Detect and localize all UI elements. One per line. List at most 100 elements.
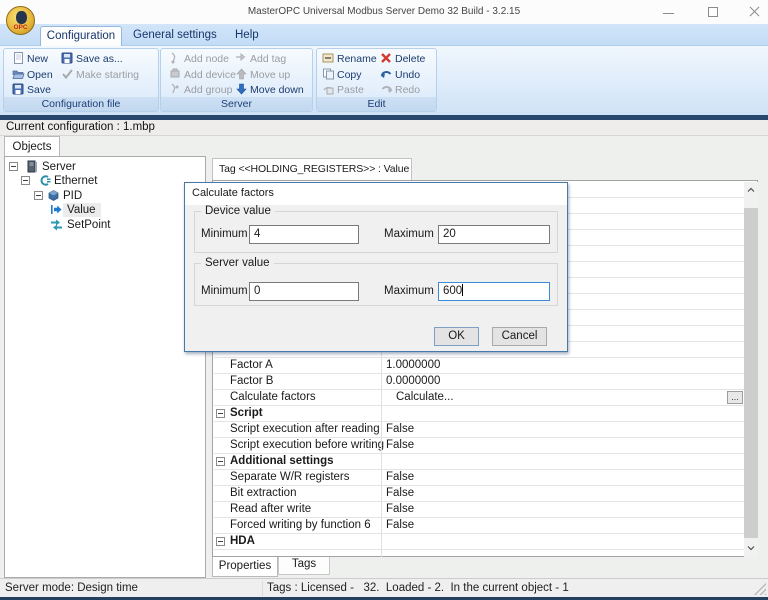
ethernet-icon bbox=[38, 174, 51, 187]
make-starting-button[interactable]: Make starting bbox=[61, 68, 139, 83]
dialog-title: Calculate factors bbox=[185, 183, 567, 205]
paste-icon bbox=[322, 83, 335, 95]
objects-tree-panel: Server Ethernet PID Value SetPoint bbox=[4, 156, 206, 578]
status-bar: Server mode: Design time Tags : Licensed… bbox=[0, 578, 768, 597]
undo-button[interactable]: Undo bbox=[380, 68, 420, 83]
server-mode-status: Server mode: Design time bbox=[5, 582, 138, 594]
grid-row[interactable]: Script execution before writing False bbox=[214, 438, 744, 454]
add-group-button[interactable]: Add group bbox=[169, 83, 232, 98]
grid-row[interactable]: Separate W/R registers False bbox=[214, 470, 744, 486]
calculate-factors-ellipsis-button[interactable]: ... bbox=[727, 391, 743, 404]
minimum-label: Minimum bbox=[201, 228, 248, 240]
status-divider bbox=[262, 581, 263, 596]
calculate-factors-dialog: Calculate factors Device value Minimum 4… bbox=[184, 182, 568, 352]
collapse-expander-icon[interactable] bbox=[21, 176, 30, 185]
grid-row[interactable]: Factor B 0.0000000 bbox=[214, 374, 744, 390]
collapse-expander-icon[interactable] bbox=[216, 457, 225, 466]
save-as-button[interactable]: Save as... bbox=[61, 52, 123, 67]
collapse-expander-icon[interactable] bbox=[9, 162, 18, 171]
tab-objects[interactable]: Objects bbox=[4, 136, 60, 156]
make-starting-icon bbox=[61, 68, 74, 80]
ribbon-group-label: Edit bbox=[317, 97, 436, 111]
maximize-button[interactable] bbox=[707, 6, 721, 18]
close-button[interactable] bbox=[748, 6, 762, 18]
grid-row[interactable]: Factor A 1.0000000 bbox=[214, 358, 744, 374]
save-button[interactable]: Save bbox=[12, 83, 51, 98]
save-icon bbox=[12, 83, 25, 95]
server-icon bbox=[26, 160, 39, 173]
maximum-label: Maximum bbox=[384, 228, 434, 240]
grid-row[interactable]: Bit extraction False bbox=[214, 486, 744, 502]
grid-row[interactable]: Forced writing by function 6 False bbox=[214, 518, 744, 534]
tab-general-settings[interactable]: General settings bbox=[133, 24, 217, 46]
ribbon-group-label: Server bbox=[161, 97, 312, 111]
move-down-icon bbox=[235, 83, 248, 95]
redo-button[interactable]: Redo bbox=[380, 83, 420, 98]
minimum-label: Minimum bbox=[201, 285, 248, 297]
add-tag-icon bbox=[235, 52, 248, 64]
tab-tag-holding-registers[interactable]: Tag <<HOLDING_REGISTERS>> : Value bbox=[212, 158, 412, 180]
tag-setpoint-icon bbox=[50, 218, 63, 231]
device-maximum-input[interactable]: 20 bbox=[438, 225, 550, 244]
ribbon: New Save as... Open Make starting Save C… bbox=[0, 46, 768, 115]
collapse-expander-icon[interactable] bbox=[34, 191, 43, 200]
ribbon-group-configuration-file: New Save as... Open Make starting Save C… bbox=[3, 48, 159, 112]
tab-configuration[interactable]: Configuration bbox=[40, 26, 122, 46]
collapse-expander-icon[interactable] bbox=[216, 537, 225, 546]
tab-tags[interactable]: Tags bbox=[278, 557, 330, 575]
grid-group-row[interactable]: Additional settings bbox=[214, 454, 744, 470]
open-icon bbox=[12, 68, 25, 80]
ok-button[interactable]: OK bbox=[434, 327, 479, 346]
rename-button[interactable]: Rename bbox=[322, 52, 377, 67]
copy-icon bbox=[322, 68, 335, 80]
grid-row[interactable]: Calculate factors Calculate... bbox=[214, 390, 744, 406]
redo-icon bbox=[380, 83, 393, 95]
vertical-scrollbar[interactable] bbox=[744, 182, 758, 557]
ribbon-tab-bar: Configuration General settings Help bbox=[0, 24, 768, 46]
tab-properties[interactable]: Properties bbox=[212, 557, 278, 577]
add-tag-button[interactable]: Add tag bbox=[235, 52, 286, 67]
scroll-up-icon[interactable] bbox=[744, 182, 758, 199]
app-logo-icon[interactable]: OPC bbox=[6, 6, 35, 35]
scrollbar-thumb[interactable] bbox=[744, 208, 758, 538]
add-group-icon bbox=[169, 83, 182, 95]
delete-icon bbox=[380, 52, 393, 64]
add-node-icon bbox=[169, 52, 182, 64]
window-title: MasterOPC Universal Modbus Server Demo 3… bbox=[247, 6, 521, 17]
move-down-button[interactable]: Move down bbox=[235, 83, 304, 98]
group-label: Device value bbox=[201, 205, 275, 217]
tab-help[interactable]: Help bbox=[235, 24, 259, 46]
paste-button[interactable]: Paste bbox=[322, 83, 364, 98]
collapse-expander-icon[interactable] bbox=[216, 409, 225, 418]
minimize-button[interactable] bbox=[662, 6, 676, 18]
new-file-icon bbox=[12, 52, 25, 64]
delete-button[interactable]: Delete bbox=[380, 52, 425, 67]
add-device-button[interactable]: Add device bbox=[169, 68, 236, 83]
scroll-down-icon[interactable] bbox=[744, 540, 758, 557]
grid-row[interactable]: Script execution after reading False bbox=[214, 422, 744, 438]
grid-group-row[interactable]: HDA bbox=[214, 534, 744, 550]
ribbon-group-server: Add node Add tag Add device Move up Add … bbox=[160, 48, 313, 112]
open-button[interactable]: Open bbox=[12, 68, 53, 83]
device-minimum-input[interactable]: 4 bbox=[249, 225, 359, 244]
group-label: Server value bbox=[201, 257, 274, 269]
server-minimum-input[interactable]: 0 bbox=[249, 282, 359, 301]
move-up-icon bbox=[235, 68, 248, 80]
undo-icon bbox=[380, 68, 393, 80]
ribbon-group-edit: Rename Delete Copy Undo Paste Redo Edit bbox=[316, 48, 437, 112]
add-device-icon bbox=[169, 68, 182, 80]
grid-row[interactable]: Read after write False bbox=[214, 502, 744, 518]
rename-icon bbox=[322, 52, 335, 64]
title-bar: MasterOPC Universal Modbus Server Demo 3… bbox=[0, 0, 768, 24]
current-configuration-text: Current configuration : 1.mbp bbox=[6, 121, 155, 133]
tag-value-icon bbox=[50, 203, 63, 216]
copy-button[interactable]: Copy bbox=[322, 68, 362, 83]
grid-group-row[interactable]: Script bbox=[214, 406, 744, 422]
maximum-label: Maximum bbox=[384, 285, 434, 297]
move-up-button[interactable]: Move up bbox=[235, 68, 290, 83]
add-node-button[interactable]: Add node bbox=[169, 52, 229, 67]
server-maximum-input[interactable]: 600 bbox=[438, 282, 550, 301]
new-button[interactable]: New bbox=[12, 52, 48, 67]
resize-grip[interactable] bbox=[754, 583, 766, 595]
cancel-button[interactable]: Cancel bbox=[492, 327, 547, 346]
